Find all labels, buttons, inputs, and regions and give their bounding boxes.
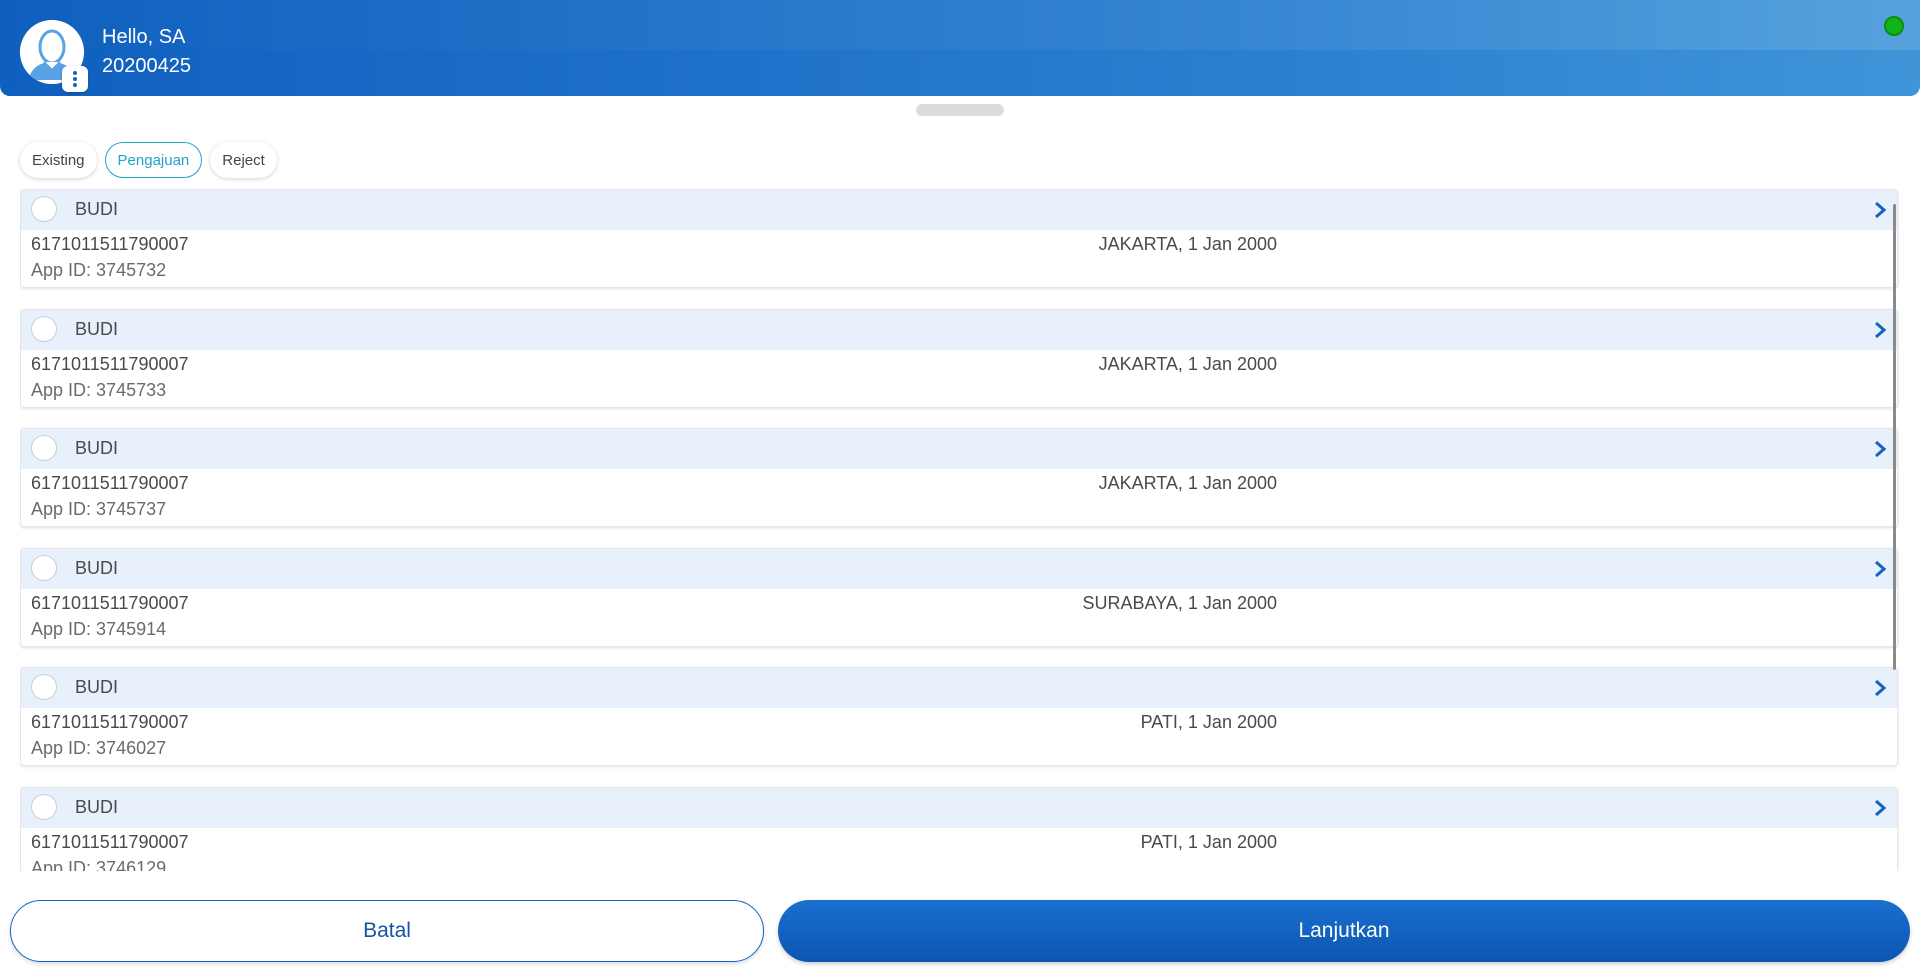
- list-item-header: [21, 788, 1897, 828]
- list-item-header: [21, 549, 1897, 589]
- sheet-drag-handle[interactable]: [916, 104, 1004, 116]
- app-id-label: App ID:: [31, 858, 92, 871]
- select-radio[interactable]: [31, 196, 57, 222]
- list-item[interactable]: BUDI 6171011511790007 PATI, 1 Jan 2000 A…: [20, 787, 1898, 871]
- continue-button[interactable]: Lanjutkan: [778, 900, 1910, 962]
- header-sheen: [0, 0, 1920, 50]
- app-id-label: App ID:: [31, 619, 92, 639]
- app-id-value: 3745914: [96, 619, 167, 639]
- list-item[interactable]: BUDI 6171011511790007 JAKARTA, 1 Jan 200…: [20, 309, 1898, 408]
- menu-dot: [73, 71, 77, 75]
- birth-place-date: JAKARTA, 1 Jan 2000: [1098, 234, 1277, 254]
- chevron-right-icon[interactable]: [1873, 559, 1887, 579]
- applicant-name: BUDI: [75, 199, 119, 219]
- applicant-name: BUDI: [75, 797, 119, 817]
- app-id: App ID: 3745914: [31, 619, 166, 640]
- applicant-name: BUDI: [75, 438, 119, 458]
- app-header: Hello, SA 20200425: [0, 0, 1920, 96]
- list-item[interactable]: BUDI 6171011511790007 JAKARTA, 1 Jan 200…: [20, 189, 1898, 288]
- menu-dot: [73, 83, 77, 87]
- tab-reject[interactable]: Reject: [210, 142, 277, 178]
- tab-existing[interactable]: Existing: [20, 142, 97, 178]
- app-id: App ID: 3745732: [31, 260, 166, 281]
- app-id-value: 3745737: [96, 499, 167, 519]
- list-item[interactable]: BUDI 6171011511790007 SURABAYA, 1 Jan 20…: [20, 548, 1898, 647]
- list-item-header: [21, 310, 1897, 350]
- tab-pengajuan[interactable]: Pengajuan: [104, 142, 203, 178]
- list-scrollbar[interactable]: [1893, 204, 1896, 670]
- applicant-nik: 6171011511790007: [31, 473, 189, 493]
- app-id-value: 3745733: [96, 380, 167, 400]
- app-id: App ID: 3745737: [31, 499, 166, 520]
- list-item-header: [21, 668, 1897, 708]
- app-id-label: App ID:: [31, 260, 92, 280]
- chevron-right-icon[interactable]: [1873, 798, 1887, 818]
- applicant-nik: 6171011511790007: [31, 593, 189, 613]
- more-vertical-icon[interactable]: [62, 66, 88, 92]
- applicant-name: BUDI: [75, 677, 119, 697]
- app-id: App ID: 3745733: [31, 380, 166, 401]
- app-id-label: App ID:: [31, 380, 92, 400]
- chevron-right-icon[interactable]: [1873, 320, 1887, 340]
- menu-dot: [73, 77, 77, 81]
- list-item[interactable]: BUDI 6171011511790007 PATI, 1 Jan 2000 A…: [20, 667, 1898, 766]
- application-list: BUDI 6171011511790007 JAKARTA, 1 Jan 200…: [20, 189, 1900, 871]
- app-id-label: App ID:: [31, 738, 92, 758]
- chevron-right-icon[interactable]: [1873, 439, 1887, 459]
- user-id-text: 20200425: [102, 55, 191, 77]
- applicant-nik: 6171011511790007: [31, 234, 189, 254]
- cancel-button[interactable]: Batal: [10, 900, 764, 962]
- birth-place-date: PATI, 1 Jan 2000: [1140, 832, 1277, 852]
- birth-place-date: PATI, 1 Jan 2000: [1140, 712, 1277, 732]
- select-radio[interactable]: [31, 674, 57, 700]
- select-radio[interactable]: [31, 555, 57, 581]
- select-radio[interactable]: [31, 794, 57, 820]
- app-id-value: 3746129: [96, 858, 167, 871]
- select-radio[interactable]: [31, 316, 57, 342]
- chevron-right-icon[interactable]: [1873, 678, 1887, 698]
- online-status-icon: [1884, 16, 1904, 36]
- applicant-name: BUDI: [75, 558, 119, 578]
- chevron-right-icon[interactable]: [1873, 200, 1887, 220]
- app-id-label: App ID:: [31, 499, 92, 519]
- greeting-text: Hello, SA: [102, 26, 186, 48]
- applicant-nik: 6171011511790007: [31, 712, 189, 732]
- list-item[interactable]: BUDI 6171011511790007 JAKARTA, 1 Jan 200…: [20, 428, 1898, 527]
- filter-tabs: Existing Pengajuan Reject: [20, 142, 277, 178]
- app-id: App ID: 3746027: [31, 738, 166, 759]
- app-id-value: 3745732: [96, 260, 167, 280]
- applicant-nik: 6171011511790007: [31, 354, 189, 374]
- app-id: App ID: 3746129: [31, 858, 166, 871]
- applicant-nik: 6171011511790007: [31, 832, 189, 852]
- birth-place-date: JAKARTA, 1 Jan 2000: [1098, 473, 1277, 493]
- app-id-value: 3746027: [96, 738, 167, 758]
- birth-place-date: SURABAYA, 1 Jan 2000: [1082, 593, 1277, 613]
- select-radio[interactable]: [31, 435, 57, 461]
- list-item-header: [21, 190, 1897, 230]
- list-item-header: [21, 429, 1897, 469]
- birth-place-date: JAKARTA, 1 Jan 2000: [1098, 354, 1277, 374]
- applicant-name: BUDI: [75, 319, 119, 339]
